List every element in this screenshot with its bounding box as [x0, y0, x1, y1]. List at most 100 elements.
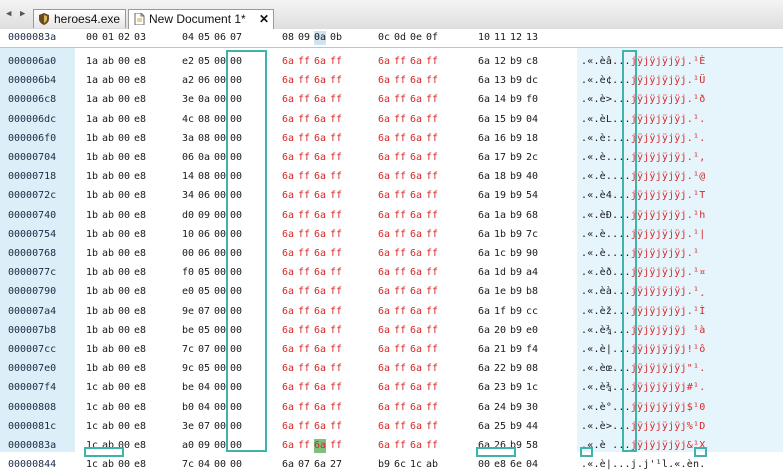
hex-byte[interactable]: ff [394, 74, 406, 88]
hex-byte[interactable]: ff [394, 55, 406, 69]
hex-byte[interactable]: e8 [134, 343, 146, 357]
hex-byte[interactable]: 9e [182, 305, 194, 319]
hex-byte[interactable]: 6a [410, 113, 422, 127]
ascii-row[interactable]: .«.è|...j.j'¹l.«.èn. [581, 458, 705, 472]
hex-byte[interactable]: 1c [410, 458, 422, 472]
hex-byte[interactable]: 6a [478, 362, 490, 376]
hex-byte[interactable]: 06 [198, 74, 210, 88]
hex-byte[interactable]: e0 [526, 324, 538, 338]
tab-new-document-1[interactable]: New Document 1* ✕ [128, 9, 274, 29]
hex-byte[interactable]: ab [102, 189, 114, 203]
hex-byte[interactable]: ab [102, 305, 114, 319]
hex-byte[interactable]: 00 [118, 420, 130, 434]
hex-byte[interactable]: ff [394, 113, 406, 127]
hex-byte[interactable]: 6a [282, 151, 294, 165]
hex-byte[interactable]: 00 [214, 324, 226, 338]
hex-byte[interactable]: 00 [118, 132, 130, 146]
hex-byte[interactable]: ff [426, 305, 438, 319]
hex-byte[interactable]: 6a [478, 209, 490, 223]
hex-byte[interactable]: 06 [198, 247, 210, 261]
hex-byte[interactable]: ff [330, 113, 342, 127]
hex-byte[interactable]: ff [426, 247, 438, 261]
hex-byte[interactable]: 00 [118, 189, 130, 203]
hex-byte[interactable]: 14 [494, 93, 506, 107]
hex-byte[interactable]: 2c [526, 151, 538, 165]
hex-byte[interactable]: b9 [510, 113, 522, 127]
hex-byte[interactable]: ff [330, 132, 342, 146]
hex-byte[interactable]: 6a [282, 74, 294, 88]
hex-byte[interactable]: ff [298, 132, 310, 146]
hex-byte[interactable]: ff [298, 189, 310, 203]
hex-byte[interactable]: 6a [378, 362, 390, 376]
hex-byte[interactable]: e8 [134, 113, 146, 127]
hex-byte[interactable]: e8 [134, 247, 146, 261]
hex-byte[interactable]: 6c [394, 458, 406, 472]
hex-byte[interactable]: 00 [118, 343, 130, 357]
hex-byte[interactable]: ff [426, 132, 438, 146]
ascii-row[interactable]: .«.è°...jÿjÿjÿjÿj$¹0 [581, 401, 705, 415]
hex-byte[interactable]: e8 [134, 228, 146, 242]
hex-byte[interactable]: 1d [494, 266, 506, 280]
hex-byte[interactable]: e8 [494, 458, 506, 472]
hex-byte[interactable]: 6a [314, 93, 326, 107]
hex-byte[interactable]: ff [394, 401, 406, 415]
hex-byte[interactable]: ff [394, 93, 406, 107]
hex-byte[interactable]: ff [426, 209, 438, 223]
hex-byte[interactable]: ff [394, 362, 406, 376]
hex-byte[interactable]: 6a [478, 420, 490, 434]
hex-byte[interactable]: 00 [118, 228, 130, 242]
hex-byte[interactable]: 1a [86, 93, 98, 107]
hex-byte[interactable]: 6a [282, 439, 294, 453]
hex-byte[interactable]: ab [102, 266, 114, 280]
hex-byte[interactable]: be [182, 381, 194, 395]
hex-byte[interactable]: 08 [198, 132, 210, 146]
hex-byte[interactable]: ab [102, 74, 114, 88]
hex-byte[interactable]: b9 [510, 305, 522, 319]
hex-byte[interactable]: b9 [510, 189, 522, 203]
hex-byte[interactable]: 00 [118, 401, 130, 415]
hex-byte[interactable]: b9 [510, 420, 522, 434]
hex-byte[interactable]: ff [330, 189, 342, 203]
hex-byte[interactable]: ff [330, 266, 342, 280]
hex-byte[interactable]: b9 [510, 132, 522, 146]
hex-byte[interactable]: 6a [314, 439, 327, 453]
hex-byte[interactable]: 4c [182, 113, 194, 127]
ascii-row[interactable]: .«.è¢...jÿjÿjÿjÿj.¹Ü [581, 74, 705, 88]
hex-byte[interactable]: 30 [526, 401, 538, 415]
hex-byte[interactable]: e8 [134, 381, 146, 395]
hex-byte[interactable]: 14 [182, 170, 194, 184]
hex-byte[interactable]: 6a [478, 132, 490, 146]
hex-byte[interactable]: 1b [86, 189, 98, 203]
hex-byte[interactable]: 6a [314, 420, 326, 434]
hex-byte[interactable]: 6a [378, 209, 390, 223]
hex-byte[interactable]: 00 [230, 458, 242, 472]
hex-byte[interactable]: 6a [410, 420, 422, 434]
hex-byte[interactable]: be [182, 324, 194, 338]
hex-byte[interactable]: 44 [526, 420, 538, 434]
hex-byte[interactable]: 06 [198, 228, 210, 242]
hex-byte[interactable]: 00 [214, 113, 226, 127]
hex-byte[interactable]: 6a [478, 381, 490, 395]
hex-byte[interactable]: 6a [314, 285, 326, 299]
hex-byte[interactable]: ff [298, 247, 310, 261]
hex-byte[interactable]: 00 [214, 189, 226, 203]
close-tab-icon[interactable]: ✕ [259, 10, 269, 29]
hex-byte[interactable]: 6a [410, 93, 422, 107]
hex-byte[interactable]: 1c [526, 381, 538, 395]
hex-byte[interactable]: b9 [510, 228, 522, 242]
hex-byte[interactable]: b9 [510, 285, 522, 299]
hex-byte[interactable]: 6a [410, 189, 422, 203]
hex-byte[interactable]: 00 [118, 362, 130, 376]
ascii-row[interactable]: .«.èž...jÿjÿjÿjÿj.¹Ì [581, 305, 705, 319]
hex-byte[interactable]: 1a [86, 113, 98, 127]
hex-byte[interactable]: ff [394, 324, 406, 338]
hex-byte[interactable]: 6a [282, 113, 294, 127]
hex-byte[interactable]: ff [426, 151, 438, 165]
hex-byte[interactable]: ff [298, 381, 310, 395]
hex-byte[interactable]: e8 [134, 401, 146, 415]
hex-byte[interactable]: 6a [282, 285, 294, 299]
hex-byte[interactable]: ff [298, 74, 310, 88]
hex-byte[interactable]: b9 [510, 170, 522, 184]
hex-byte[interactable]: ff [426, 189, 438, 203]
hex-byte[interactable]: ff [298, 343, 310, 357]
